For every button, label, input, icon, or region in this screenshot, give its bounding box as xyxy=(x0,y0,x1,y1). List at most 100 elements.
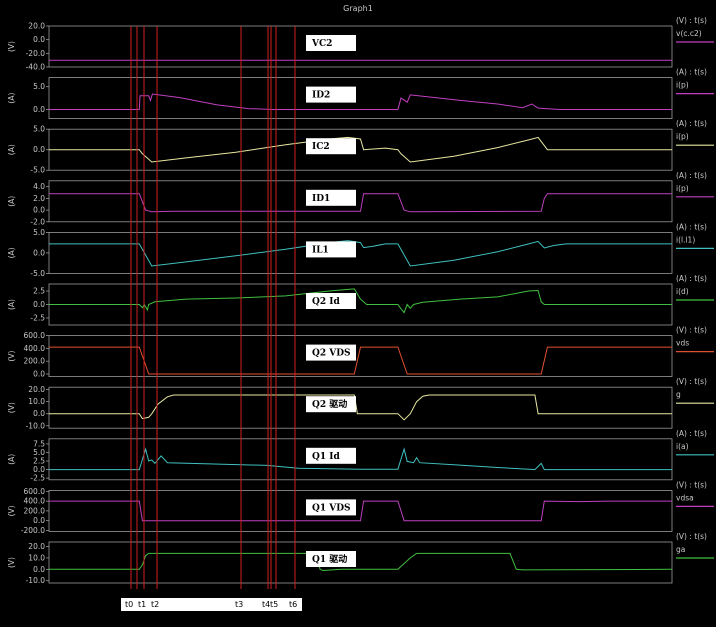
tick-label: -2.0 xyxy=(30,217,45,226)
waveform-label: ID1 xyxy=(312,194,330,204)
tick-label: 20.0 xyxy=(28,385,45,394)
y-unit: (V) xyxy=(7,557,16,568)
tick-label: -2.5 xyxy=(30,474,45,483)
tick-label: -2.5 xyxy=(30,313,45,322)
time-marker-label-t5: t5 xyxy=(270,600,278,609)
legend-axis: (V) : t(s) xyxy=(676,377,707,386)
tick-label: -20.0 xyxy=(26,49,46,58)
legend-axis: (A) : t(s) xyxy=(676,68,707,77)
tick-label: -10.0 xyxy=(26,576,46,585)
legend-name: g xyxy=(676,390,681,399)
y-unit: (V) xyxy=(7,351,16,362)
panel-id2: 5.0 0.0 (A) (A) : t(s) i(p) ID2 xyxy=(7,68,714,119)
legend-name: ga xyxy=(676,545,685,554)
time-markers xyxy=(130,26,296,589)
time-marker-label-t2: t2 xyxy=(151,600,159,609)
panel-frame xyxy=(48,77,673,119)
tick-label: -5.0 xyxy=(30,166,45,175)
tick-label: 2.0 xyxy=(33,194,45,203)
series-line-q1g xyxy=(49,552,672,572)
series-line-il1 xyxy=(49,240,672,267)
tick-label: 600.0 xyxy=(24,487,46,496)
tick-label: 5.0 xyxy=(33,228,45,237)
panel-frame xyxy=(48,231,673,274)
waveform-label: Q1 驱动 xyxy=(312,554,347,565)
legend-axis: (V) : t(s) xyxy=(676,532,707,541)
legend-axis: (A) : t(s) xyxy=(676,171,707,180)
time-marker-label-t1: t1 xyxy=(138,600,146,609)
legend-axis: (A) : t(s) xyxy=(676,274,707,283)
y-unit: (V) xyxy=(7,402,16,413)
waveform-label: Q1 VDS xyxy=(312,503,351,513)
tick-label: 400.0 xyxy=(24,344,46,353)
tick-label: 0.0 xyxy=(33,105,45,114)
panel-q2vds: 600.0 400.0 200.0 0.0 (V) (V) : t(s) vds Q2 VDS xyxy=(7,326,714,379)
waveform-label: VC2 xyxy=(311,39,332,49)
y-unit: (V) xyxy=(7,505,16,516)
time-marker-label-t6: t6 xyxy=(289,600,297,609)
series-line-q2vds xyxy=(49,346,672,375)
legend-axis: (V) : t(s) xyxy=(676,480,707,489)
chart-title: Graph1 xyxy=(343,4,373,13)
graph1-chart: Graph1 20.0 0.0 -20.0 -40.0 (V) (V) : t(s) v(c… xyxy=(7,4,714,611)
tick-label: 200.0 xyxy=(24,357,46,366)
tick-label: 20.0 xyxy=(28,542,45,551)
tick-label: 400.0 xyxy=(24,497,46,506)
panel-il1: 5.0 0.0 -5.0 (A) (A) : t(s) i(l.l1) IL1 xyxy=(7,222,714,278)
series-line-ic2 xyxy=(49,136,672,163)
panels: 20.0 0.0 -20.0 -40.0 (V) (V) : t(s) v(c.c2) VC2… xyxy=(7,16,714,585)
legend-name: i(p) xyxy=(676,81,689,90)
waveform-label: IC2 xyxy=(312,142,330,152)
tick-label: -10.0 xyxy=(26,421,46,430)
tick-label: -5.0 xyxy=(30,269,45,278)
series-line-q2id xyxy=(49,288,672,314)
time-marker-label-t0: t0 xyxy=(125,600,133,609)
legend-name: i(l.l1) xyxy=(676,235,695,244)
tick-label: 0.0 xyxy=(33,409,45,418)
legend-name: v(c.c2) xyxy=(676,29,702,38)
tick-label: 0.0 xyxy=(33,516,45,525)
tick-label: 0.0 xyxy=(33,35,45,44)
legend-name: vds xyxy=(676,339,689,348)
panel-frame xyxy=(48,386,673,429)
tick-label: 200.0 xyxy=(24,506,46,515)
series-line-id2 xyxy=(49,93,672,110)
tick-label: 20.0 xyxy=(28,22,45,31)
tick-label: 0.0 xyxy=(33,565,45,574)
tick-label: -200.0 xyxy=(21,526,45,535)
tick-label: 4.0 xyxy=(33,182,45,191)
panel-q1g: 20.0 10.0 0.0 -10.0 (V) (V) : t(s) ga Q1 驱动 xyxy=(7,532,714,585)
tick-label: 5.0 xyxy=(33,125,45,134)
series-line-q1vds xyxy=(49,500,672,522)
tick-label: -40.0 xyxy=(26,63,46,72)
panel-frame xyxy=(48,541,673,584)
y-unit: (A) xyxy=(7,144,16,155)
waveform-label: Q2 Id xyxy=(312,297,340,307)
tick-label: 0.0 xyxy=(33,145,45,154)
legend-name: i(p) xyxy=(676,132,689,141)
legend-axis: (V) : t(s) xyxy=(676,16,707,25)
tick-label: 10.0 xyxy=(28,397,45,406)
legend-name: i(d) xyxy=(676,287,689,296)
legend-axis: (V) : t(s) xyxy=(676,326,707,335)
time-marker-label-t4: t4 xyxy=(262,600,270,609)
tick-label: 0.0 xyxy=(33,248,45,257)
tick-label: 2.5 xyxy=(33,287,45,296)
y-unit: (A) xyxy=(7,299,16,310)
legend-name: i(a) xyxy=(676,442,689,451)
y-unit: (A) xyxy=(7,454,16,465)
series-line-q1id xyxy=(49,447,672,471)
panel-q1id: 7.55.02.50.0-2.5(A)(A) : t(s)i(a)Q1 Id xyxy=(7,429,714,483)
waveform-label: Q2 VDS xyxy=(312,349,351,359)
tick-label: 0.0 xyxy=(33,370,45,379)
waveform-label: IL1 xyxy=(312,245,329,255)
panel-q2g: 20.0 10.0 0.0 -10.0 (V) (V) : t(s) g Q2 驱动 xyxy=(7,377,714,430)
panel-id1: 4.0 2.0 0.0 -2.0 (A) (A) : t(s) i(p) ID1 xyxy=(7,171,714,226)
legend-name: vdsa xyxy=(676,493,694,502)
waveform-label: Q1 Id xyxy=(312,452,340,462)
y-unit: (A) xyxy=(7,93,16,104)
tick-label: 5.0 xyxy=(33,82,45,91)
series-line-id1 xyxy=(49,193,672,213)
tick-label: 600.0 xyxy=(24,331,46,340)
legend-name: i(p) xyxy=(676,184,689,193)
